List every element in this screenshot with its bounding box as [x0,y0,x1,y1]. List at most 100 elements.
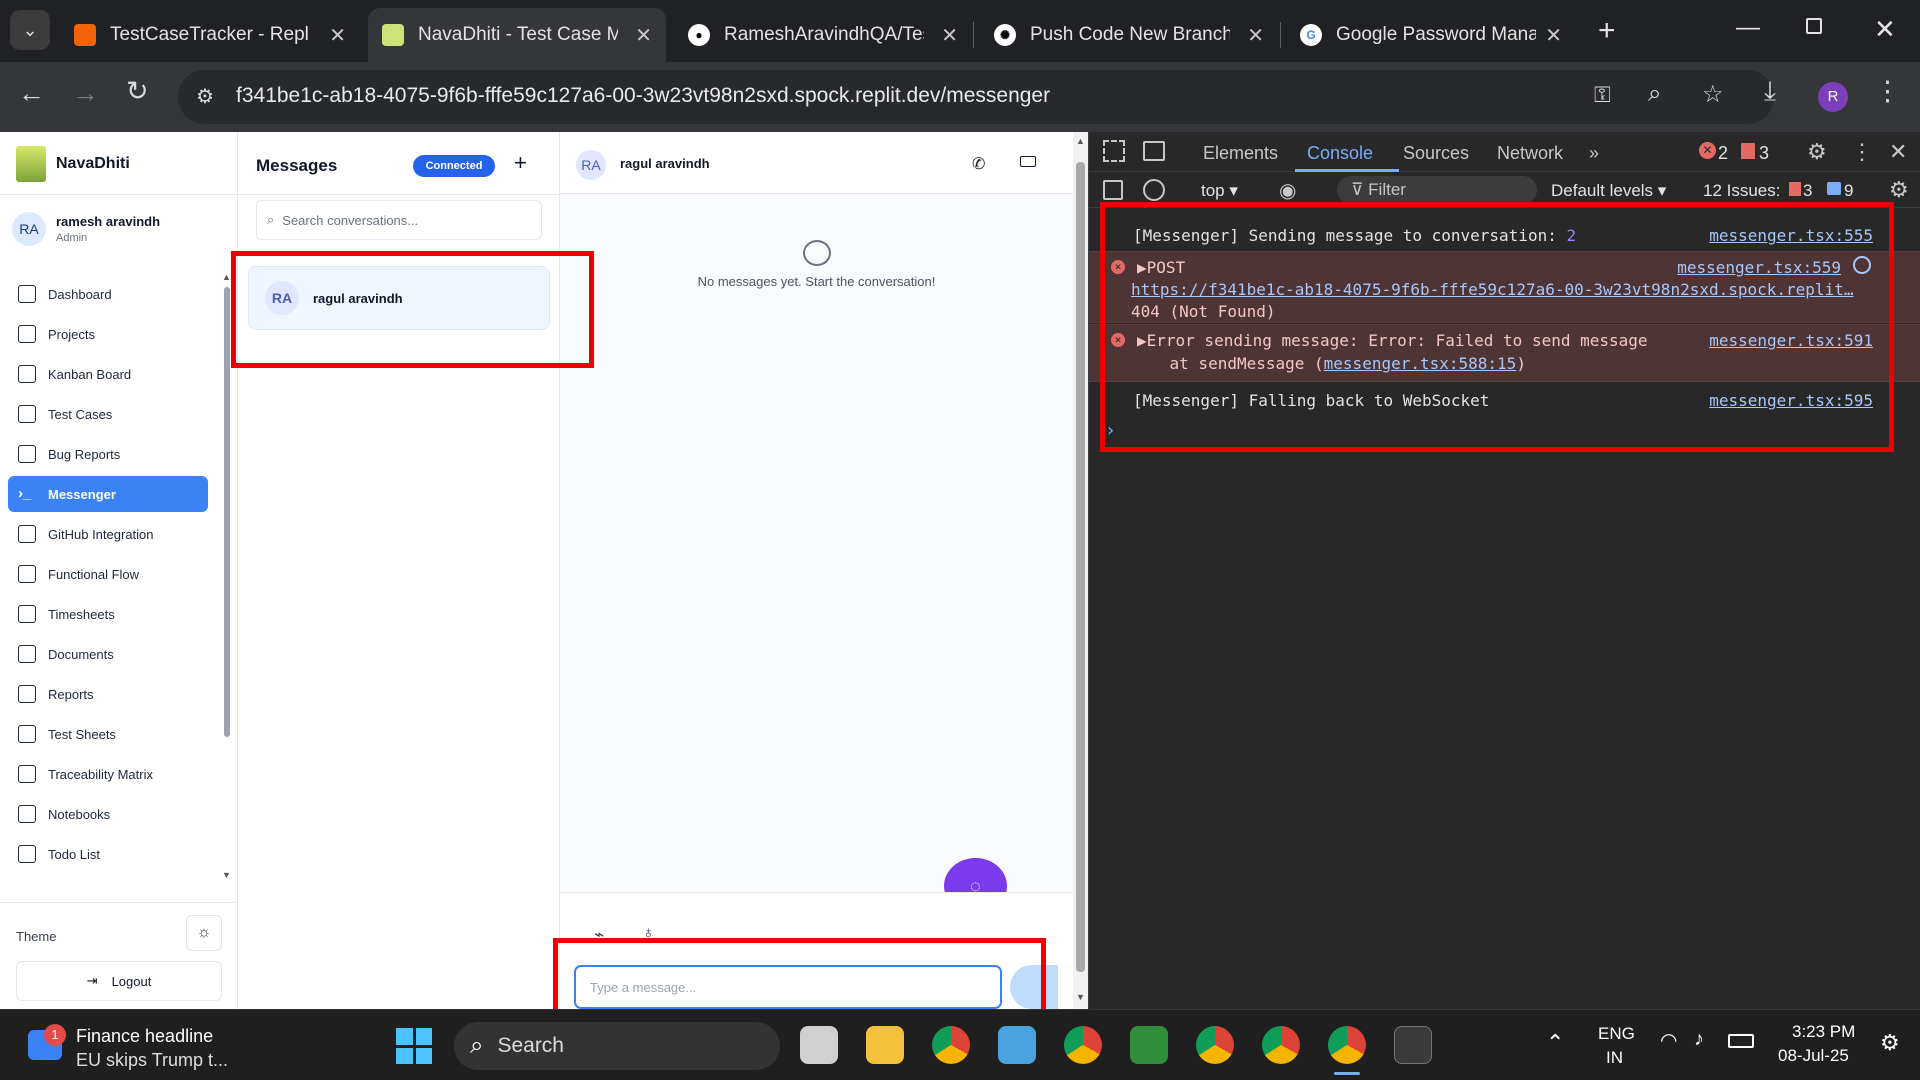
sidebar-item-documents[interactable]: Documents [8,636,208,672]
user-profile[interactable]: RA ramesh aravindh Admin [12,212,160,246]
sidebar-item-reports[interactable]: Reports [8,676,208,712]
chrome-icon[interactable] [1262,1026,1300,1064]
tab-elements[interactable]: Elements [1203,143,1278,164]
sidebar-item-messenger[interactable]: ›_ Messenger [8,476,208,512]
console-settings-icon[interactable]: ⚙ [1889,177,1909,203]
inspect-element-icon[interactable] [1103,140,1125,162]
taskbar-search-box[interactable]: ⌕ Search [454,1022,780,1070]
sidebar-item-bug-reports[interactable]: Bug Reports [8,436,208,472]
clear-console-icon[interactable] [1143,179,1165,201]
video-call-icon[interactable] [1020,156,1036,167]
forward-icon[interactable]: → [72,78,99,109]
site-info-icon[interactable]: ⚙ [196,84,214,109]
search-conversations-input[interactable]: ⌕ Search conversations... [256,200,542,240]
close-tab-icon[interactable]: ✕ [1247,23,1264,48]
bookmark-star-icon[interactable]: ☆ [1702,80,1724,109]
browser-tab-google-password[interactable]: G Google Password Manag ✕ [1286,8,1576,62]
warning-flag-icon[interactable] [1741,143,1755,159]
error-count[interactable]: 2 [1718,143,1728,164]
close-devtools-icon[interactable]: ✕ [1889,139,1907,165]
log-levels-dropdown[interactable]: Default levels ▾ [1551,181,1666,201]
browser-menu-icon[interactable]: ⋮ [1874,76,1901,107]
warning-count[interactable]: 3 [1759,143,1769,164]
console-filter-input[interactable]: ⊽ Filter [1337,176,1537,204]
device-toolbar-icon[interactable] [1143,141,1165,161]
devtools-menu-icon[interactable]: ⋮ [1851,139,1873,165]
url-text[interactable]: f341be1c-ab18-4075-9f6b-fffe59c127a6-00-… [236,84,1050,108]
sidebar-toggle-icon[interactable] [1103,180,1123,200]
close-tab-icon[interactable]: ✕ [635,23,652,48]
tab-search-button[interactable]: ⌄ [10,10,50,50]
show-hidden-icons[interactable]: ⌃ [1546,1030,1564,1056]
sidebar-item-test-cases[interactable]: Test Cases [8,396,208,432]
zoom-icon[interactable]: ⌕ [1648,80,1661,108]
tab-network[interactable]: Network [1497,143,1563,164]
sidebar-item-github-integration[interactable]: GitHub Integration [8,516,208,552]
new-conversation-button[interactable]: + [514,150,527,176]
browser-tab-navadhiti[interactable]: NavaDhiti - Test Case Ma ✕ [368,8,666,62]
context-selector[interactable]: top ▾ [1201,181,1238,201]
terminal-icon[interactable] [1394,1026,1432,1064]
profile-avatar[interactable]: R [1818,82,1848,112]
new-tab-button[interactable]: + [1598,14,1616,48]
wifi-icon[interactable]: ◠ [1660,1028,1677,1053]
battery-icon[interactable] [1728,1034,1754,1048]
sidebar-item-traceability-matrix[interactable]: Traceability Matrix [8,756,208,792]
snipping-tool-icon[interactable] [1130,1026,1168,1064]
language-bottom[interactable]: IN [1606,1048,1623,1068]
sidebar-item-label: GitHub Integration [48,526,154,542]
sidebar-item-dashboard[interactable]: Dashboard [8,276,208,312]
chrome-icon[interactable] [1064,1026,1102,1064]
browser-tab-github[interactable]: ● RameshAravindhQA/Test ✕ [674,8,972,62]
sidebar-item-kanban-board[interactable]: Kanban Board [8,356,208,392]
close-tab-icon[interactable]: ✕ [1545,23,1562,48]
browser-tab-replit[interactable]: TestCaseTracker - Replit ✕ [60,8,360,62]
volume-icon[interactable]: ♪ [1694,1028,1704,1051]
browser-tab-chatgpt[interactable]: ✺ Push Code New Branch ✕ [980,8,1278,62]
close-tab-icon[interactable]: ✕ [941,23,958,48]
chat-scrollbar[interactable]: ▲ ▼ [1073,132,1088,1009]
search-icon: ⌕ [470,1032,484,1059]
theme-toggle-button[interactable]: ☼ [186,915,222,951]
issues-label[interactable]: 12 Issues: [1703,181,1781,201]
sidebar-item-label: Timesheets [48,606,115,622]
news-widget[interactable]: 1 Finance headline EU skips Trump t... [28,1020,248,1070]
task-view-icon[interactable] [800,1026,838,1064]
restore-window-icon[interactable] [1806,18,1822,34]
close-window-icon[interactable]: ✕ [1874,14,1896,45]
issues-warning-icon [1789,182,1801,196]
notepad-icon[interactable] [998,1026,1036,1064]
brand[interactable]: NavaDhiti [16,146,130,182]
sidebar-item-timesheets[interactable]: Timesheets [8,596,208,632]
back-icon[interactable]: ← [18,78,45,109]
reload-icon[interactable]: ↻ [126,76,149,107]
clock-time[interactable]: 3:23 PM [1792,1022,1855,1042]
more-tabs-icon[interactable]: » [1589,143,1599,164]
chrome-active-icon[interactable] [1328,1026,1366,1064]
chrome-icon[interactable] [1196,1026,1234,1064]
settings-gear-icon[interactable]: ⚙ [1807,139,1827,165]
file-explorer-icon[interactable] [866,1026,904,1064]
sidebar-item-todo-list[interactable]: Todo List [8,836,208,872]
tab-sources[interactable]: Sources [1403,143,1469,164]
password-key-icon[interactable]: ⚿ [1594,82,1611,108]
tab-console[interactable]: Console [1307,143,1373,164]
address-bar[interactable]: ⚙ f341be1c-ab18-4075-9f6b-fffe59c127a6-0… [178,70,1774,124]
notifications-icon[interactable]: ⚙ [1880,1030,1900,1056]
error-count-icon[interactable]: ✕ [1699,142,1716,159]
chrome-icon[interactable] [932,1026,970,1064]
windows-start-icon[interactable] [396,1028,432,1064]
clock-date[interactable]: 08-Jul-25 [1778,1046,1849,1066]
close-tab-icon[interactable]: ✕ [329,23,346,48]
highlight-box-conversation [231,251,594,368]
sidebar-item-projects[interactable]: Projects [8,316,208,352]
sidebar-item-test-sheets[interactable]: Test Sheets [8,716,208,752]
download-icon[interactable]: ⤓ [1764,76,1776,108]
sidebar-item-notebooks[interactable]: Notebooks [8,796,208,832]
phone-icon[interactable]: ✆ [972,154,985,174]
live-expression-eye-icon[interactable]: ◉ [1279,178,1296,203]
sidebar-item-functional-flow[interactable]: Functional Flow [8,556,208,592]
minimize-window-icon[interactable]: — [1736,14,1760,42]
logout-button[interactable]: ⇥ Logout [16,961,222,1001]
language-top[interactable]: ENG [1598,1024,1635,1044]
